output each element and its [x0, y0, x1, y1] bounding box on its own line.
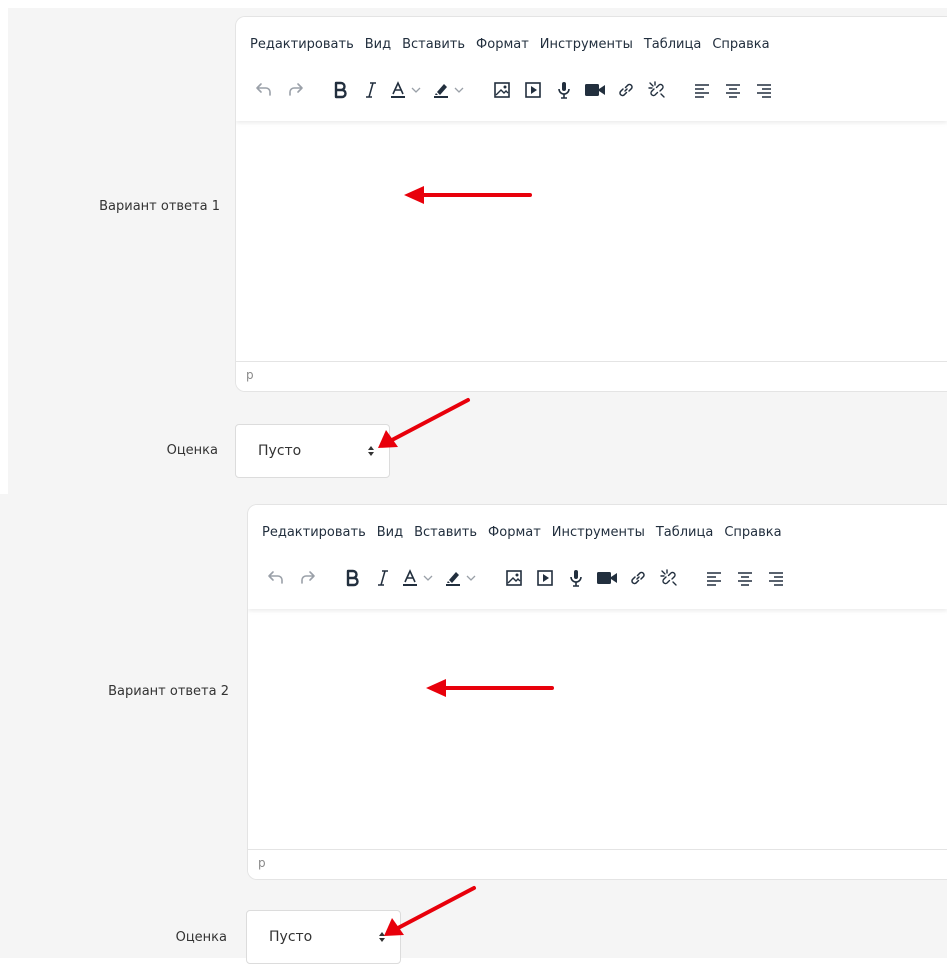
- undo-icon[interactable]: [262, 564, 290, 592]
- unlink-icon[interactable]: [655, 564, 683, 592]
- redo-icon[interactable]: [281, 76, 309, 104]
- image-icon[interactable]: [488, 76, 516, 104]
- unlink-icon[interactable]: [643, 76, 671, 104]
- redo-icon[interactable]: [293, 564, 321, 592]
- editor-statusbar: p: [236, 361, 947, 391]
- menu-view[interactable]: Вид: [377, 525, 403, 540]
- sort-caret-icon: [368, 446, 374, 456]
- italic-icon[interactable]: [357, 76, 385, 104]
- menu-tools[interactable]: Инструменты: [540, 37, 633, 52]
- menu-format[interactable]: Формат: [488, 525, 541, 540]
- editor-toolbar: [262, 563, 793, 593]
- grade-select-1[interactable]: Пусто: [235, 424, 390, 478]
- editor-toolbar: [250, 75, 781, 105]
- text-color-icon[interactable]: [400, 568, 440, 588]
- answer-label-2: Вариант ответа 2: [108, 684, 229, 699]
- rich-text-editor-2: Редактировать Вид Вставить Формат Инстру…: [247, 504, 947, 880]
- microphone-icon[interactable]: [550, 76, 578, 104]
- editor-content-area[interactable]: [236, 121, 947, 361]
- answer-label-1: Вариант ответа 1: [99, 199, 220, 214]
- rich-text-editor-1: Редактировать Вид Вставить Формат Инстру…: [235, 16, 947, 392]
- align-center-icon[interactable]: [731, 564, 759, 592]
- editor-content-area[interactable]: [248, 609, 947, 849]
- link-icon[interactable]: [624, 564, 652, 592]
- text-color-icon[interactable]: [388, 80, 428, 100]
- media-icon[interactable]: [519, 76, 547, 104]
- menu-table[interactable]: Таблица: [656, 525, 714, 540]
- highlight-color-icon[interactable]: [443, 568, 483, 588]
- align-left-icon[interactable]: [688, 76, 716, 104]
- video-camera-icon[interactable]: [593, 564, 621, 592]
- menu-help[interactable]: Справка: [724, 525, 781, 540]
- menu-format[interactable]: Формат: [476, 37, 529, 52]
- quiz-answer-form: Вариант ответа 1 Редактировать Вид Встав…: [0, 0, 947, 964]
- grade-select-2[interactable]: Пусто: [246, 910, 401, 964]
- menu-view[interactable]: Вид: [365, 37, 391, 52]
- link-icon[interactable]: [612, 76, 640, 104]
- menu-insert[interactable]: Вставить: [414, 525, 477, 540]
- media-icon[interactable]: [531, 564, 559, 592]
- menu-help[interactable]: Справка: [712, 37, 769, 52]
- menu-tools[interactable]: Инструменты: [552, 525, 645, 540]
- italic-icon[interactable]: [369, 564, 397, 592]
- editor-statusbar: p: [248, 849, 947, 879]
- grade-select-value: Пусто: [269, 929, 313, 945]
- sort-caret-icon: [379, 932, 385, 942]
- align-right-icon[interactable]: [762, 564, 790, 592]
- align-center-icon[interactable]: [719, 76, 747, 104]
- bold-icon[interactable]: [338, 564, 366, 592]
- undo-icon[interactable]: [250, 76, 278, 104]
- align-right-icon[interactable]: [750, 76, 778, 104]
- editor-header: Редактировать Вид Вставить Формат Инстру…: [248, 505, 947, 609]
- menu-table[interactable]: Таблица: [644, 37, 702, 52]
- editor-menubar: Редактировать Вид Вставить Формат Инстру…: [262, 525, 793, 540]
- element-path[interactable]: p: [246, 368, 254, 382]
- align-left-icon[interactable]: [700, 564, 728, 592]
- grade-label-1: Оценка: [166, 443, 218, 458]
- grade-label-2: Оценка: [175, 930, 227, 945]
- element-path[interactable]: p: [258, 856, 266, 870]
- grade-select-value: Пусто: [258, 443, 302, 459]
- bold-icon[interactable]: [326, 76, 354, 104]
- menu-edit[interactable]: Редактировать: [250, 37, 354, 52]
- highlight-color-icon[interactable]: [431, 80, 471, 100]
- editor-menubar: Редактировать Вид Вставить Формат Инстру…: [250, 37, 781, 52]
- menu-edit[interactable]: Редактировать: [262, 525, 366, 540]
- image-icon[interactable]: [500, 564, 528, 592]
- video-camera-icon[interactable]: [581, 76, 609, 104]
- microphone-icon[interactable]: [562, 564, 590, 592]
- editor-header: Редактировать Вид Вставить Формат Инстру…: [236, 17, 947, 121]
- menu-insert[interactable]: Вставить: [402, 37, 465, 52]
